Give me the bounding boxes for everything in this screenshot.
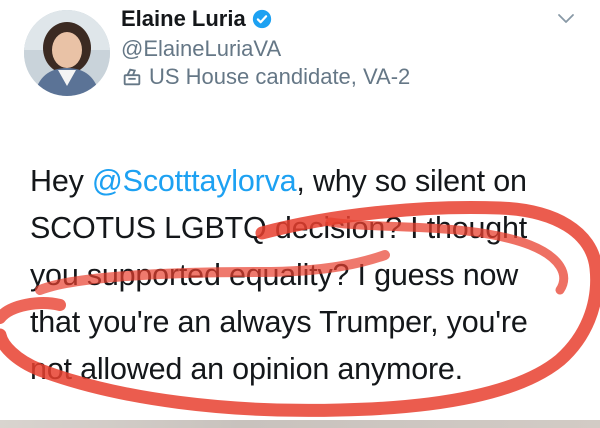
display-name[interactable]: Elaine Luria (121, 6, 246, 32)
media-preview-edge (0, 420, 600, 428)
tweet-prefix: Hey (30, 164, 92, 198)
mention-link[interactable]: @Scotttaylorva (92, 164, 297, 198)
ballot-box-icon (123, 68, 141, 86)
user-handle[interactable]: @ElaineLuriaVA (121, 36, 281, 62)
tweet-text: Hey @Scotttaylorva, why so silent on SCO… (30, 158, 575, 393)
account-label: US House candidate, VA-2 (149, 64, 411, 89)
chevron-down-icon[interactable] (556, 8, 576, 28)
avatar[interactable] (24, 10, 110, 96)
avatar-photo (24, 10, 110, 96)
verified-badge-icon (252, 9, 271, 29)
